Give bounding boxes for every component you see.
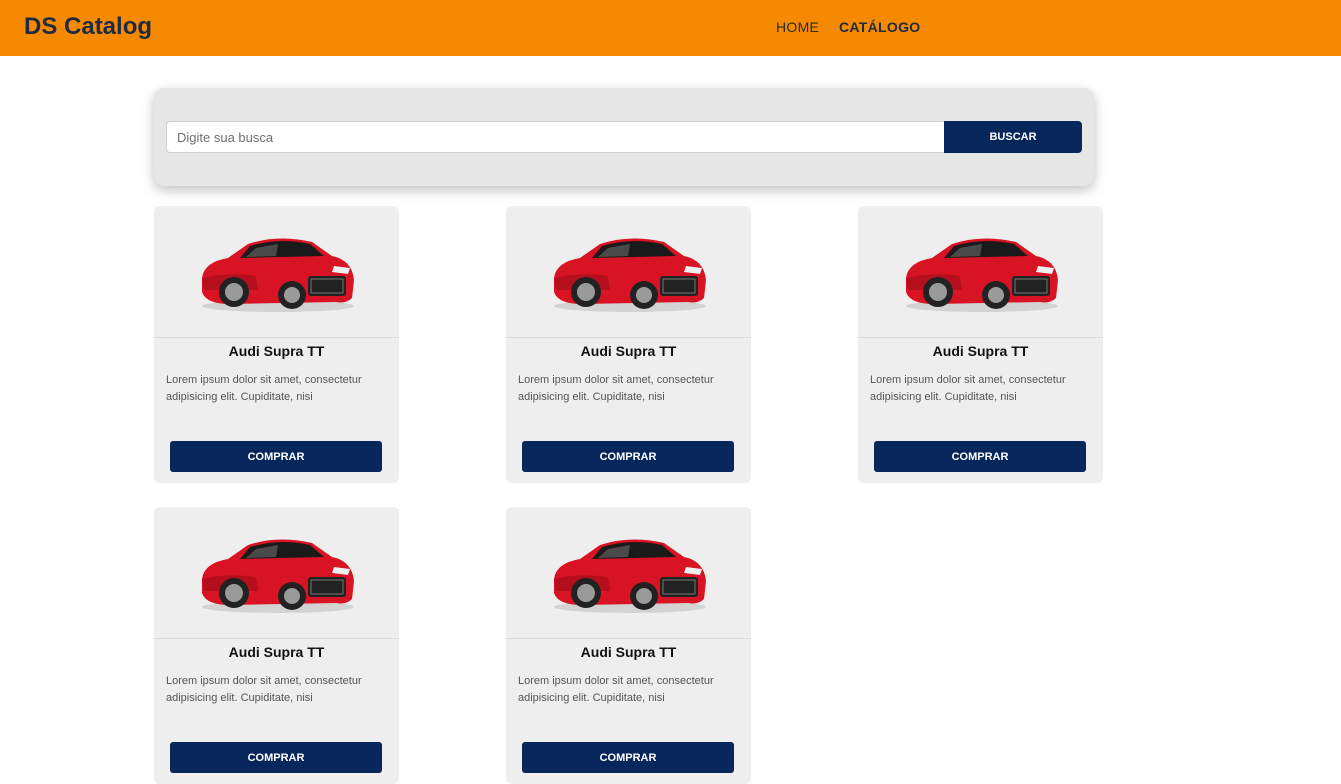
brand-logo-text[interactable]: DS Catalog — [24, 13, 152, 41]
product-image[interactable] — [858, 206, 1103, 338]
product-card: Audi Supra TT Lorem ipsum dolor sit amet… — [506, 507, 751, 784]
red-sports-car-icon — [202, 539, 354, 613]
product-image[interactable] — [154, 507, 399, 639]
product-title: Audi Supra TT — [932, 343, 1029, 359]
product-title: Audi Supra TT — [228, 644, 325, 660]
product-description: Lorem ipsum dolor sit amet, consectetur … — [870, 374, 1066, 403]
product-title: Audi Supra TT — [228, 343, 325, 359]
buy-button[interactable]: COMPRAR — [170, 742, 382, 773]
product-card: Audi Supra TT Lorem ipsum dolor sit amet… — [858, 206, 1103, 483]
buy-button[interactable]: COMPRAR — [170, 441, 382, 472]
red-sports-car-icon — [906, 238, 1058, 312]
product-image[interactable] — [506, 507, 751, 639]
buy-button[interactable]: COMPRAR — [522, 441, 734, 472]
product-description: Lorem ipsum dolor sit amet, consectetur … — [518, 374, 714, 403]
product-card: Audi Supra TT Lorem ipsum dolor sit amet… — [154, 507, 399, 784]
buy-button[interactable]: COMPRAR — [874, 441, 1086, 472]
red-sports-car-icon — [554, 539, 706, 613]
red-sports-car-icon — [554, 238, 706, 312]
product-image[interactable] — [154, 206, 399, 338]
nav-link-home[interactable]: HOME — [776, 19, 819, 35]
search-panel: BUSCAR — [154, 88, 1094, 186]
product-title: Audi Supra TT — [580, 343, 677, 359]
product-card: Audi Supra TT Lorem ipsum dolor sit amet… — [506, 206, 751, 483]
nav-link-catalog[interactable]: CATÁLOGO — [839, 19, 920, 35]
product-description: Lorem ipsum dolor sit amet, consectetur … — [166, 374, 362, 403]
search-input[interactable] — [166, 121, 946, 153]
product-title: Audi Supra TT — [580, 644, 677, 660]
product-description: Lorem ipsum dolor sit amet, consectetur … — [518, 675, 714, 704]
red-sports-car-icon — [202, 238, 354, 312]
buy-button[interactable]: COMPRAR — [522, 742, 734, 773]
product-card: Audi Supra TT Lorem ipsum dolor sit amet… — [154, 206, 399, 483]
product-description: Lorem ipsum dolor sit amet, consectetur … — [166, 675, 362, 704]
top-navbar: DS Catalog HOME CATÁLOGO — [0, 0, 1341, 56]
product-image[interactable] — [506, 206, 751, 338]
search-button[interactable]: BUSCAR — [944, 121, 1082, 153]
